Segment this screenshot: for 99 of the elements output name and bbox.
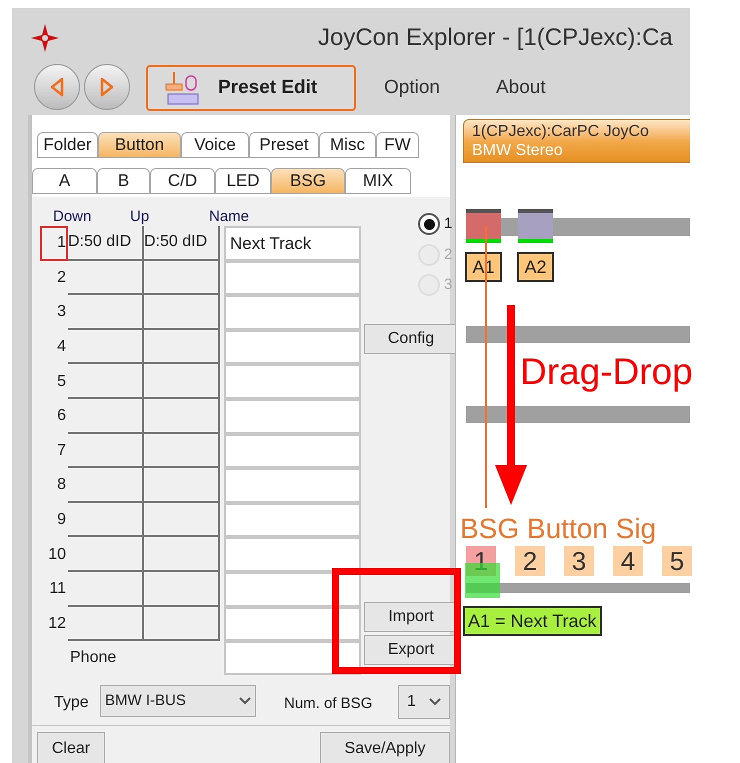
left-arrow-icon [50,77,64,97]
assignment-label: A1 = Next Track [463,606,602,636]
clear-button[interactable]: Clear [37,732,105,763]
num-bsg-label: Num. of BSG [284,694,372,714]
phone-field[interactable] [224,641,361,676]
table-cell[interactable] [68,572,144,607]
table-cell[interactable] [68,606,144,642]
column-header: Up [130,207,150,227]
table-cell[interactable] [144,537,220,572]
table-cell[interactable] [144,364,220,399]
table-cell[interactable] [68,398,144,434]
row-number[interactable]: 4 [40,330,68,364]
table-cell[interactable] [68,537,144,572]
name-field[interactable] [224,468,361,503]
tab[interactable]: MIX [345,168,411,194]
chevron-down-icon [239,697,251,705]
bsg-tag[interactable]: 4 [613,546,643,576]
phone-label: Phone [69,648,118,668]
table-cell[interactable] [68,502,144,538]
config-button[interactable]: Config [364,324,458,354]
column-header: Down [53,207,92,227]
toolbar-tab[interactable]: About [468,65,574,111]
tab[interactable]: Button [98,132,181,158]
table-cell[interactable] [144,295,220,330]
table-cell[interactable] [144,468,220,503]
window-title: JoyCon Explorer - [1(CPJexc):Ca [318,23,673,53]
name-field[interactable] [224,537,361,572]
back-button[interactable] [34,64,80,110]
tab[interactable]: BSG [271,168,345,194]
table-cell[interactable]: D:50 dID [144,226,220,261]
row-number[interactable]: 1 [40,226,68,261]
tab[interactable]: B [97,168,150,194]
row-number[interactable]: 8 [40,468,68,503]
row-number[interactable]: 12 [40,606,68,642]
tab[interactable]: Misc [319,132,376,158]
table-cell[interactable] [144,398,220,434]
name-field[interactable] [224,260,361,296]
table-cell[interactable] [68,295,144,330]
name-field[interactable] [224,606,361,642]
table-cell[interactable] [68,468,144,503]
name-field[interactable] [224,398,361,434]
tab[interactable]: Folder [37,132,98,158]
table-cell[interactable]: D:50 dID [68,226,144,261]
type-dropdown[interactable]: BMW I-BUS [100,685,256,717]
row-number[interactable]: 3 [40,295,68,330]
table-cell[interactable] [68,364,144,399]
toolbar-tab[interactable]: Option [356,65,468,111]
tab[interactable]: A [32,168,97,194]
row-number[interactable]: 5 [40,364,68,399]
radio-button[interactable] [418,213,440,236]
tab[interactable]: C/D [150,168,215,194]
table-cell[interactable] [144,572,220,607]
row-number[interactable]: 9 [40,502,68,538]
radio-label: 1 [444,214,452,234]
logo-icon [30,23,60,53]
name-field[interactable] [224,330,361,364]
table-cell[interactable] [68,434,144,468]
slot-chip[interactable]: A2 [517,252,554,282]
row-number[interactable]: 6 [40,398,68,434]
column-header: Name [209,207,250,227]
name-field[interactable] [224,295,361,330]
save-apply-button[interactable]: Save/Apply [320,732,450,763]
chevron-down-icon [429,698,441,706]
table-cell[interactable] [144,260,220,296]
device-title: 1(CPJexc):CarPC JoyCo [472,122,650,141]
device-subtitle: BMW Stereo [472,141,564,160]
name-field[interactable] [224,502,361,538]
radio-label: 2 [444,244,452,264]
annotation-text: Drag-Drop [520,353,693,390]
radio-label: 3 [444,275,452,295]
num-bsg-dropdown[interactable]: 1 [398,685,450,719]
right-arrow-icon [100,77,114,97]
table-cell[interactable] [68,330,144,364]
toolbar-tab[interactable]: Preset Edit [146,65,356,111]
bsg-heading: BSG Button Sig [460,513,656,544]
row-number[interactable]: 11 [40,572,68,607]
tab[interactable]: Preset [249,132,319,158]
name-field[interactable] [224,572,361,607]
forward-button[interactable] [84,64,130,110]
bsg-tag[interactable]: 5 [662,546,692,576]
name-field[interactable]: Next Track [224,226,361,261]
row-number[interactable]: 7 [40,434,68,468]
name-field[interactable] [224,364,361,399]
tab[interactable]: FW [376,132,419,158]
table-cell[interactable] [144,502,220,538]
table-cell[interactable] [144,330,220,364]
row-number[interactable]: 2 [40,260,68,296]
name-field[interactable] [224,434,361,468]
slot-chip[interactable]: A1 [465,252,502,282]
bsg-tag[interactable]: 3 [564,546,594,576]
table-cell[interactable] [144,606,220,642]
row-number[interactable]: 10 [40,537,68,572]
table-cell[interactable] [68,260,144,296]
bsg-tag[interactable]: 2 [515,546,545,576]
type-label: Type [54,693,89,713]
tab[interactable]: Voice [181,132,249,158]
tab[interactable]: LED [215,168,271,194]
device-tab[interactable]: 1(CPJexc):CarPC JoyCo BMW Stereo [463,119,690,163]
table-cell[interactable] [144,434,220,468]
